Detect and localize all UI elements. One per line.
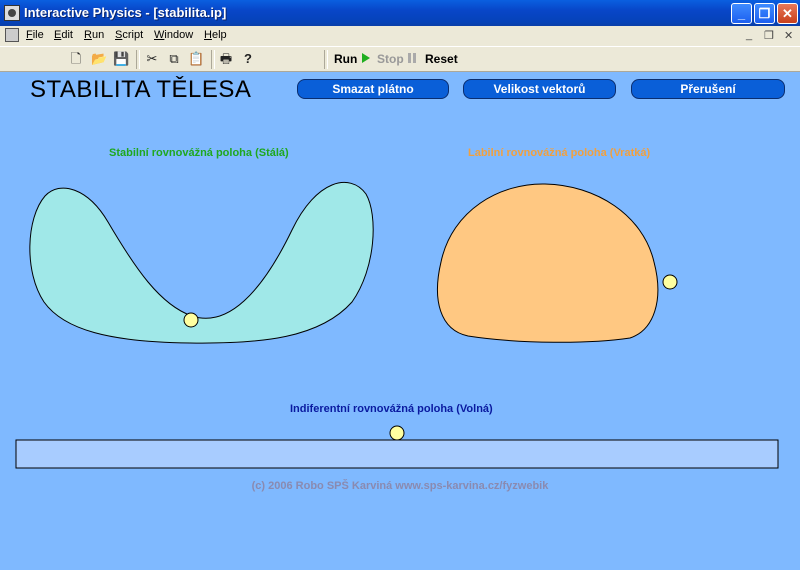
copyright-footer: (c) 2006 Robo SPŠ Karviná www.sps-karvin…: [251, 480, 549, 492]
indifferent-ball: [389, 425, 405, 441]
stable-bowl-body: [29, 181, 374, 344]
indifferent-plane: [15, 439, 779, 469]
stable-ball: [183, 312, 199, 328]
labile-ball: [662, 274, 678, 290]
labile-dome-body: [437, 183, 659, 343]
